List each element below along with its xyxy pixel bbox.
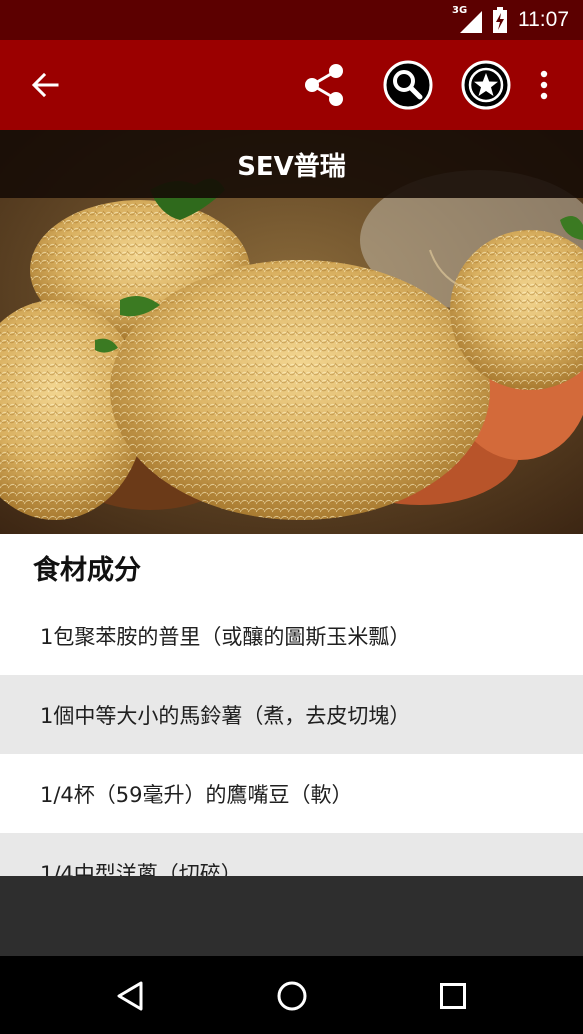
- star-icon: [461, 60, 511, 110]
- battery-icon: [492, 7, 508, 33]
- list-item[interactable]: 1包聚苯胺的普里（或釀的圖斯玉米瓢）: [0, 596, 583, 675]
- ingredient-text: 1包聚苯胺的普里（或釀的圖斯玉米瓢）: [40, 624, 411, 649]
- bottom-panel: [0, 876, 583, 956]
- status-bar: 3G 11:07: [0, 0, 583, 40]
- recipe-title: SEV普瑞: [237, 151, 346, 182]
- list-item[interactable]: 1個中等大小的馬鈴薯（煮，去皮切塊）: [0, 675, 583, 754]
- ingredient-text: 1/4杯（59毫升）的鷹嘴豆（軟）: [40, 782, 353, 807]
- recipe-hero-image: SEV普瑞: [0, 130, 583, 534]
- nav-back-button[interactable]: [110, 976, 150, 1016]
- ingredient-text: 1個中等大小的馬鈴薯（煮，去皮切塊）: [40, 703, 411, 728]
- overflow-menu-button[interactable]: [526, 60, 562, 110]
- ingredient-list: 1包聚苯胺的普里（或釀的圖斯玉米瓢） 1個中等大小的馬鈴薯（煮，去皮切塊） 1/…: [0, 596, 583, 912]
- system-nav-bar: [0, 956, 583, 1034]
- nav-recents-button[interactable]: [433, 976, 473, 1016]
- home-circle-icon: [277, 981, 307, 1011]
- ingredients-header: 食材成分: [0, 534, 583, 596]
- share-icon: [305, 64, 343, 106]
- recents-square-icon: [440, 983, 466, 1009]
- search-button[interactable]: [383, 60, 433, 110]
- share-button[interactable]: [299, 60, 349, 110]
- signal-icon: 3G: [452, 5, 482, 33]
- list-item[interactable]: 1/4杯（59毫升）的鷹嘴豆（軟）: [0, 754, 583, 833]
- status-time: 11:07: [518, 8, 569, 31]
- recipe-title-bar: SEV普瑞: [0, 130, 583, 198]
- back-button[interactable]: [20, 60, 70, 110]
- back-triangle-icon: [117, 981, 143, 1011]
- search-icon: [383, 60, 433, 110]
- nav-home-button[interactable]: [272, 976, 312, 1016]
- favorite-button[interactable]: [461, 60, 511, 110]
- ingredients-header-label: 食材成分: [33, 555, 141, 586]
- back-arrow-icon: [31, 72, 59, 98]
- overflow-menu-icon: [540, 70, 548, 100]
- app-bar: [0, 40, 583, 130]
